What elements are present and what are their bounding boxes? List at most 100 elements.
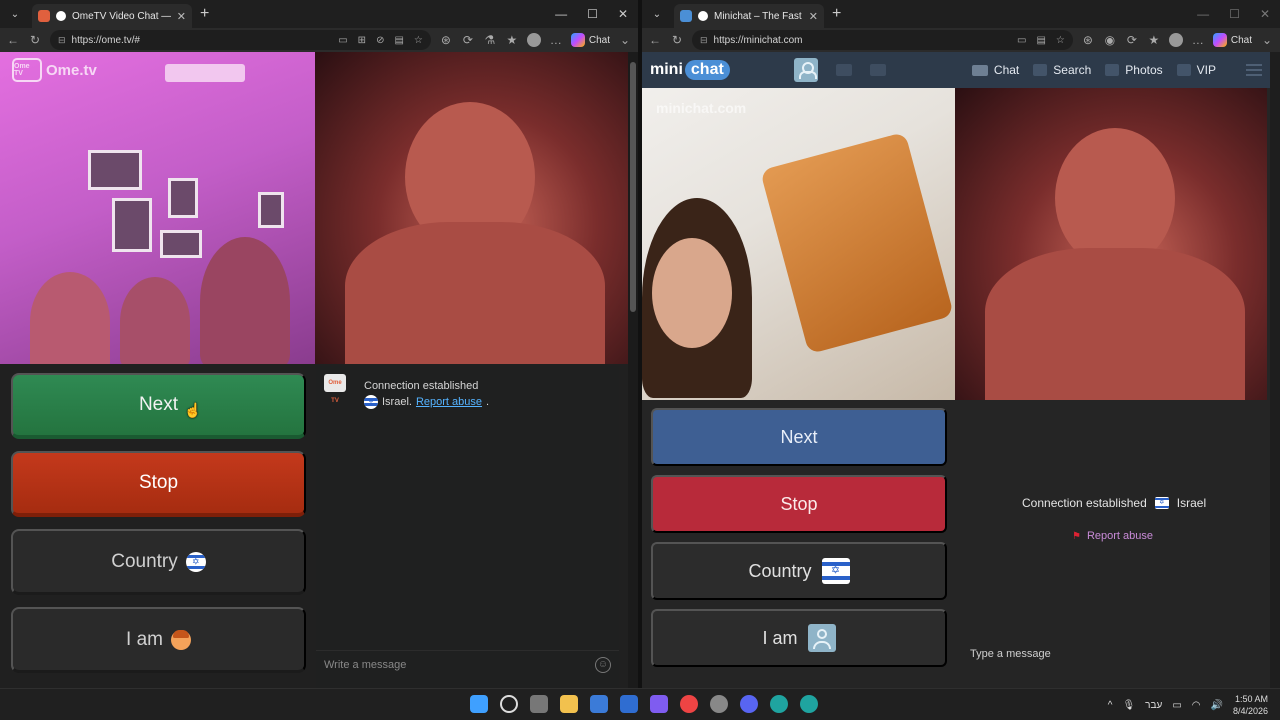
sync-icon[interactable]: ⟳ [461,33,475,47]
stop-button[interactable]: Stop [11,451,306,517]
lab-icon[interactable]: ⚗ [483,33,497,47]
copilot-label: Chat [1230,34,1252,46]
photos-app-icon[interactable] [620,695,638,713]
close-tab-icon[interactable]: ✕ [809,10,818,23]
site-info-icon[interactable]: ⊟ [700,35,708,46]
tab-actions-icon[interactable]: ⌄ [4,4,26,24]
copilot-label: Chat [588,34,610,46]
profile-avatar[interactable] [1168,33,1183,47]
title-bar: ⌄ OmeTV Video Chat — Omegl ✕ + — ☐ ✕ [0,0,638,28]
edge-icon[interactable] [770,695,788,713]
extension-icon[interactable]: ⊛ [439,33,453,47]
teams-icon[interactable] [650,695,668,713]
maximize-icon[interactable]: ☐ [1229,7,1240,21]
microphone-icon[interactable]: 🎙 [1122,700,1135,711]
tab-ometv[interactable]: OmeTV Video Chat — Omegl ✕ [32,4,192,28]
new-tab-button[interactable]: + [200,5,209,23]
person-body [985,248,1245,400]
scroll-thumb[interactable] [630,62,636,312]
camera-icon[interactable]: ▭ [338,35,347,46]
profile-avatar[interactable] [526,33,541,47]
gender-button[interactable]: I am [11,607,306,673]
search-icon[interactable] [500,695,518,713]
extension-icon[interactable]: ⊛ [1081,33,1095,47]
favorites-bar-icon[interactable]: ★ [1147,33,1161,47]
report-label: Report abuse [1086,530,1154,542]
camera-icon[interactable]: ▭ [1017,35,1026,46]
discord-icon[interactable] [740,695,758,713]
language-indicator[interactable]: עבר [1145,700,1162,711]
report-abuse-link[interactable]: Report abuse [416,394,482,410]
more-icon[interactable]: … [549,33,563,47]
copilot-chat-button[interactable]: Chat [570,33,610,47]
start-icon[interactable] [470,695,488,713]
person [200,237,290,364]
page-scrollbar[interactable] [1270,52,1280,688]
favorites-bar-icon[interactable]: ★ [505,33,519,47]
more-icon[interactable]: … [1191,33,1205,47]
maximize-icon[interactable]: ☐ [587,7,598,21]
minimize-icon[interactable]: — [555,7,567,21]
sync-icon[interactable]: ⟳ [1125,33,1139,47]
url-field[interactable]: ⊟ https://minichat.com ▭ ▤ ☆ [692,30,1073,50]
profile-icon[interactable] [793,58,818,82]
menu-photos[interactable]: Photos [1105,63,1163,77]
reader-icon[interactable]: ▤ [394,35,403,46]
hamburger-menu-icon[interactable] [1246,64,1262,76]
url-field[interactable]: ⊟ https://ome.tv/# ▭ ⊞ ⊘ ▤ ☆ [50,30,431,50]
back-icon[interactable]: ← [6,33,20,47]
back-icon[interactable]: ← [648,33,662,47]
store-icon[interactable] [590,695,608,713]
message-input[interactable]: Type a message [970,648,1051,660]
message-input[interactable]: Write a message ☺ [316,650,619,678]
minimize-icon[interactable]: — [1197,7,1209,21]
copilot-chat-button[interactable]: Chat [1212,33,1252,47]
refresh-icon[interactable]: ↻ [670,33,684,47]
wifi-icon[interactable]: ◠ [1192,700,1201,711]
menu-search[interactable]: Search [1033,63,1091,77]
chevron-up-icon[interactable]: ^ [1108,700,1113,711]
messages-icon[interactable] [835,64,852,76]
close-icon[interactable]: ✕ [1260,7,1270,21]
chevron-down-icon[interactable]: ⌄ [618,33,632,47]
menu-vip[interactable]: VIP [1176,63,1216,77]
network-icon[interactable]: ▭ [1172,700,1181,711]
emoji-icon[interactable]: ☺ [595,656,611,673]
menu-chat[interactable]: Chat [971,63,1019,77]
favorite-icon[interactable]: ☆ [1056,35,1065,46]
gender-button[interactable]: I am [651,609,947,667]
close-tab-icon[interactable]: ✕ [177,10,186,23]
tab-minichat[interactable]: Minichat – The Fast Video Chat ✕ [674,4,824,28]
message-placeholder: Write a message [324,658,407,671]
volume-icon[interactable]: 🔊 [1211,700,1223,711]
minichat-logo[interactable]: mini chat [650,60,730,80]
vpn-icon[interactable]: ◉ [1103,33,1117,47]
app-icon[interactable] [710,695,728,713]
next-button[interactable]: Next [11,373,306,439]
page-scrollbar[interactable] [628,52,638,688]
country-button[interactable]: Country ✡ [651,542,947,600]
clock[interactable]: 1:50 AM 8/4/2026 [1233,693,1268,717]
edge-dev-icon[interactable] [800,695,818,713]
stop-button[interactable]: Stop [651,475,947,533]
wall-frame [112,198,152,252]
refresh-icon[interactable]: ↻ [28,33,42,47]
report-abuse-link[interactable]: ⚑ Report abuse [1072,530,1153,542]
country-button[interactable]: Country ✡ [11,529,306,595]
stop-label: Stop [780,493,818,514]
chrome-icon[interactable] [680,695,698,713]
site-info-icon[interactable]: ⊟ [58,35,66,46]
chevron-down-icon[interactable]: ⌄ [1260,33,1274,47]
task-view-icon[interactable] [530,695,548,713]
apps-icon[interactable]: ⊞ [358,35,366,46]
status-country: Israel [1176,496,1207,510]
gallery-icon[interactable] [869,64,886,76]
reader-icon[interactable]: ▤ [1036,35,1045,46]
next-button[interactable]: Next [651,408,947,466]
tab-actions-icon[interactable]: ⌄ [646,4,668,24]
close-icon[interactable]: ✕ [618,7,628,21]
new-tab-button[interactable]: + [832,5,841,23]
file-explorer-icon[interactable] [560,695,578,713]
favorite-icon[interactable]: ☆ [414,35,423,46]
tracking-icon[interactable]: ⊘ [376,35,384,46]
